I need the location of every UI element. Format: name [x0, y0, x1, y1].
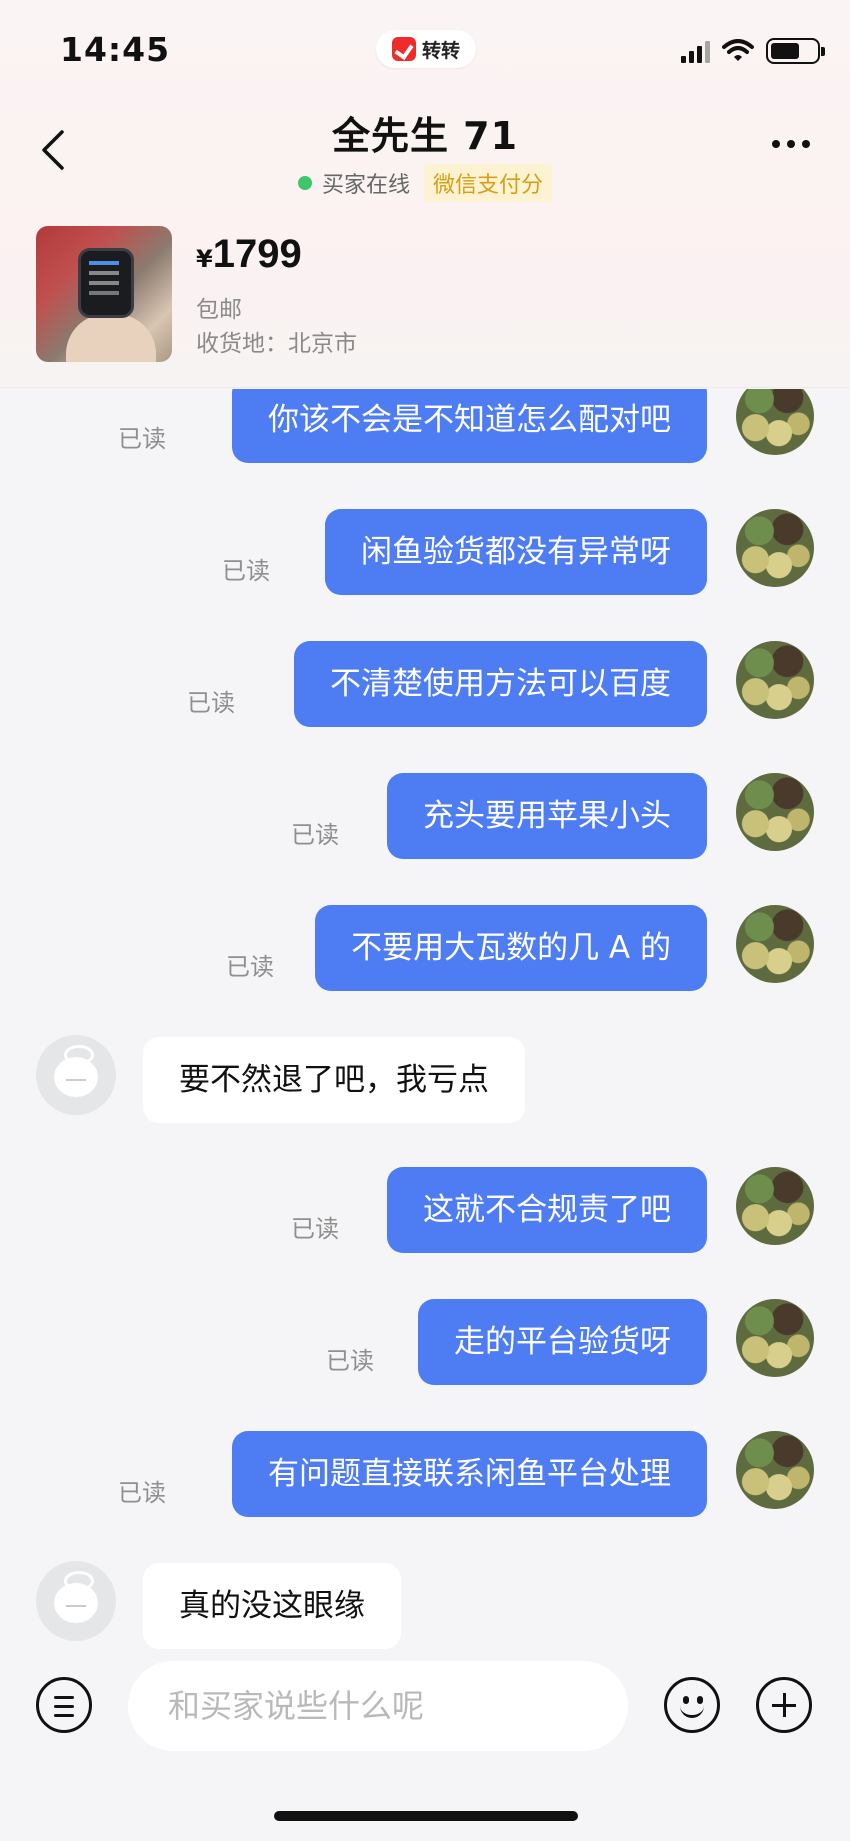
product-price: ¥1799: [196, 232, 302, 276]
top-header: 14:45 转转 全先生 71 买家在线 微信支付分 ¥1799 包邮 收货地：…: [0, 0, 850, 388]
read-status: 已读: [187, 689, 235, 717]
my-avatar[interactable]: [736, 1299, 814, 1377]
message-row: 已读 你该不会是不知道怎么配对吧: [0, 389, 850, 477]
home-indicator: [274, 1811, 578, 1821]
app-badge-label: 转转: [421, 39, 460, 62]
more-options-icon[interactable]: [772, 140, 810, 148]
buyer-message-bubble[interactable]: 真的没这眼缘: [143, 1563, 401, 1649]
message-row: 已读 有问题直接联系闲鱼平台处理: [0, 1431, 850, 1531]
pay-score-badge: 微信支付分: [424, 164, 553, 202]
cellular-signal-icon: [681, 39, 710, 63]
emoji-icon[interactable]: [664, 1677, 720, 1733]
read-status: 已读: [291, 1215, 339, 1243]
online-dot-icon: [297, 176, 312, 190]
read-status: 已读: [226, 953, 274, 981]
my-message-bubble[interactable]: 充头要用苹果小头: [387, 773, 707, 859]
my-message-bubble[interactable]: 不要用大瓦数的几 A 的: [315, 905, 707, 991]
my-avatar[interactable]: [736, 509, 814, 587]
status-icons: [681, 38, 825, 64]
buyer-message-bubble[interactable]: 要不然退了吧，我亏点: [143, 1037, 525, 1123]
read-status: 已读: [222, 557, 270, 585]
message-row: 已读 闲鱼验货都没有异常呀: [0, 509, 850, 609]
my-avatar[interactable]: [736, 905, 814, 983]
buyer-status-line: 买家在线 微信支付分: [0, 164, 850, 202]
message-row: 要不然退了吧，我亏点: [0, 1035, 850, 1135]
message-row: 已读 不清楚使用方法可以百度: [0, 641, 850, 741]
buyer-avatar[interactable]: [36, 1561, 116, 1641]
input-bar: 和买家说些什么呢: [0, 1655, 850, 1841]
my-avatar[interactable]: [736, 1167, 814, 1245]
shipping-label: 包邮: [196, 297, 242, 323]
product-thumbnail[interactable]: [36, 226, 172, 362]
status-time: 14:45: [60, 30, 171, 69]
message-row: 已读 不要用大瓦数的几 A 的: [0, 905, 850, 1005]
message-row: 已读 走的平台验货呀: [0, 1299, 850, 1399]
my-avatar[interactable]: [736, 773, 814, 851]
message-list[interactable]: 已读 你该不会是不知道怎么配对吧 已读 闲鱼验货都没有异常呀 已读 不清楚使用方…: [0, 389, 850, 1655]
my-message-bubble[interactable]: 你该不会是不知道怎么配对吧: [232, 389, 707, 463]
my-message-bubble[interactable]: 有问题直接联系闲鱼平台处理: [232, 1431, 707, 1517]
read-status: 已读: [118, 1479, 166, 1507]
my-avatar[interactable]: [736, 1431, 814, 1509]
message-row: 真的没这眼缘: [0, 1561, 850, 1655]
my-message-bubble[interactable]: 走的平台验货呀: [418, 1299, 707, 1385]
add-attachment-icon[interactable]: [756, 1677, 812, 1733]
my-avatar[interactable]: [736, 389, 814, 455]
message-input[interactable]: 和买家说些什么呢: [128, 1661, 628, 1751]
buyer-avatar[interactable]: [36, 1035, 116, 1115]
menu-list-icon[interactable]: [36, 1677, 92, 1733]
my-avatar[interactable]: [736, 641, 814, 719]
app-badge[interactable]: 转转: [376, 30, 476, 68]
delivery-address: 收货地：北京市: [196, 331, 357, 357]
wifi-icon: [722, 39, 754, 61]
battery-icon: [766, 38, 825, 64]
my-message-bubble[interactable]: 这就不合规责了吧: [387, 1167, 707, 1253]
read-status: 已读: [291, 821, 339, 849]
my-message-bubble[interactable]: 闲鱼验货都没有异常呀: [325, 509, 707, 595]
my-message-bubble[interactable]: 不清楚使用方法可以百度: [294, 641, 707, 727]
message-row: 已读 这就不合规责了吧: [0, 1167, 850, 1267]
read-status: 已读: [118, 425, 166, 453]
online-status: 买家在线: [321, 173, 410, 198]
zhuanzhuan-logo-icon: [391, 37, 416, 61]
message-row: 已读 充头要用苹果小头: [0, 773, 850, 873]
chat-title: 全先生 71: [331, 114, 519, 158]
read-status: 已读: [326, 1347, 374, 1375]
